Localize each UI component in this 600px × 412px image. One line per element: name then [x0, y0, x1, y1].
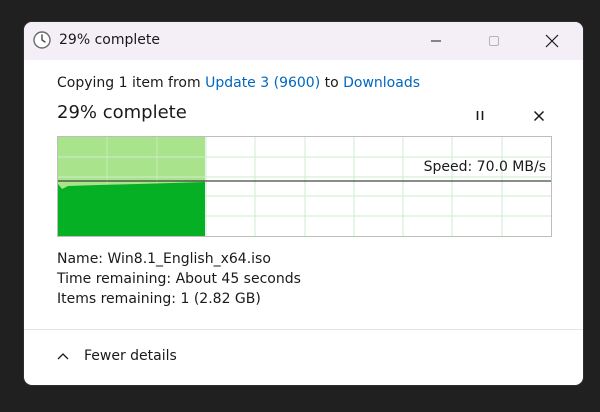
- footer-divider: [24, 329, 583, 330]
- window-title: 29% complete: [59, 32, 160, 48]
- close-icon: [533, 110, 545, 122]
- speed-graph-canvas: [58, 137, 551, 236]
- source-link[interactable]: Update 3 (9600): [205, 75, 320, 91]
- detail-time-label: Time remaining:: [57, 271, 172, 287]
- minimize-button[interactable]: [413, 22, 459, 60]
- copy-description: Copying 1 item from Update 3 (9600) to D…: [57, 75, 420, 91]
- copy-dialog: 29% complete Copying 1 item from Update …: [24, 22, 583, 385]
- detail-name: Name: Win8.1_English_x64.iso: [57, 251, 271, 267]
- copy-middle: to: [324, 75, 339, 91]
- minimize-icon: [431, 40, 441, 42]
- detail-items-value: 1 (2.82 GB): [180, 291, 261, 307]
- title-bar[interactable]: 29% complete: [24, 22, 583, 60]
- close-window-button[interactable]: [529, 22, 575, 60]
- clock-icon: [33, 31, 51, 49]
- detail-time-value: About 45 seconds: [175, 271, 301, 287]
- detail-items-label: Items remaining:: [57, 291, 177, 307]
- detail-items: Items remaining: 1 (2.82 GB): [57, 291, 261, 307]
- detail-time: Time remaining: About 45 seconds: [57, 271, 301, 287]
- progress-status: 29% complete: [57, 102, 187, 123]
- speed-graph: Speed: 70.0 MB/s: [57, 136, 552, 237]
- speed-history-area: [58, 182, 205, 236]
- detail-name-value: Win8.1_English_x64.iso: [107, 251, 271, 267]
- copy-prefix: Copying 1 item from: [57, 75, 201, 91]
- fewer-details-label: Fewer details: [84, 348, 177, 364]
- maximize-icon: [489, 36, 499, 46]
- pause-icon: [476, 111, 484, 120]
- maximize-button: [471, 22, 517, 60]
- cancel-copy-button[interactable]: [529, 106, 549, 126]
- chevron-up-icon: [57, 353, 69, 360]
- close-icon: [545, 34, 559, 48]
- detail-name-label: Name:: [57, 251, 104, 267]
- destination-link[interactable]: Downloads: [343, 75, 420, 91]
- fewer-details-button[interactable]: Fewer details: [56, 348, 177, 364]
- speed-label: Speed: 70.0 MB/s: [423, 159, 546, 175]
- pause-button[interactable]: [470, 106, 490, 126]
